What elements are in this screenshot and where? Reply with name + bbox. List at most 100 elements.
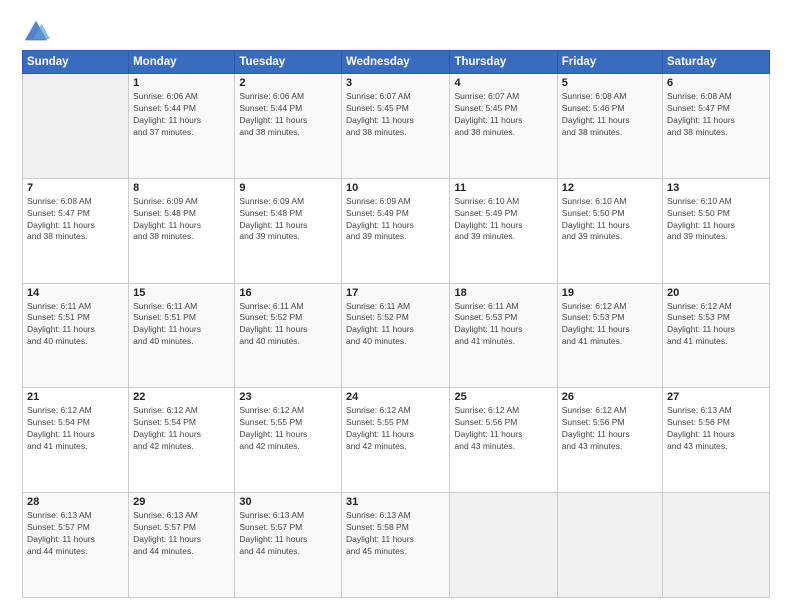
day-cell: 10 Sunrise: 6:09 AM Sunset: 5:49 PM Dayli…	[341, 178, 450, 283]
day-cell: 7Sunrise: 6:08 AM Sunset: 5:47 PM Daylig…	[23, 178, 129, 283]
week-row-1: 7Sunrise: 6:08 AM Sunset: 5:47 PM Daylig…	[23, 178, 770, 283]
day-info: Sunrise: 6:12 AM Sunset: 5:54 PM Dayligh…	[27, 405, 124, 453]
day-cell: 17 Sunrise: 6:11 AM Sunset: 5:52 PM Dayli…	[341, 283, 450, 388]
day-info: Sunrise: 6:08 AM Sunset: 5:46 PM Dayligh…	[562, 91, 658, 139]
day-info: Sunrise: 6:12 AM Sunset: 5:56 PM Dayligh…	[562, 405, 658, 453]
weekday-wednesday: Wednesday	[341, 51, 450, 74]
day-info: Sunrise: 6:12 AM Sunset: 5:55 PM Dayligh…	[239, 405, 337, 453]
day-number: 6	[667, 77, 765, 89]
day-cell: 28 Sunrise: 6:13 AM Sunset: 5:57 PM Dayli…	[23, 493, 129, 598]
day-cell: 1 Sunrise: 6:06 AM Sunset: 5:44 PM Daylig…	[129, 74, 235, 179]
day-info: Sunrise: 6:12 AM Sunset: 5:53 PM Dayligh…	[562, 301, 658, 349]
weekday-monday: Monday	[129, 51, 235, 74]
day-info: Sunrise: 6:11 AM Sunset: 5:52 PM Dayligh…	[239, 301, 337, 349]
weekday-header-row: SundayMondayTuesdayWednesdayThursdayFrid…	[23, 51, 770, 74]
day-cell: 9Sunrise: 6:09 AM Sunset: 5:48 PM Daylig…	[235, 178, 342, 283]
day-number: 25	[454, 391, 552, 403]
day-number: 11	[454, 182, 552, 194]
day-cell: 14 Sunrise: 6:11 AM Sunset: 5:51 PM Dayli…	[23, 283, 129, 388]
day-info: Sunrise: 6:13 AM Sunset: 5:57 PM Dayligh…	[133, 510, 230, 558]
day-info: Sunrise: 6:13 AM Sunset: 5:57 PM Dayligh…	[239, 510, 337, 558]
day-number: 27	[667, 391, 765, 403]
day-number: 1	[133, 77, 230, 89]
day-info: Sunrise: 6:09 AM Sunset: 5:48 PM Dayligh…	[133, 196, 230, 244]
day-number: 2	[239, 77, 337, 89]
week-row-0: 1 Sunrise: 6:06 AM Sunset: 5:44 PM Daylig…	[23, 74, 770, 179]
day-cell: 8 Sunrise: 6:09 AM Sunset: 5:48 PM Daylig…	[129, 178, 235, 283]
day-info: Sunrise: 6:11 AM Sunset: 5:52 PM Dayligh…	[346, 301, 446, 349]
day-number: 8	[133, 182, 230, 194]
weekday-friday: Friday	[557, 51, 662, 74]
day-number: 3	[346, 77, 446, 89]
day-cell: 29 Sunrise: 6:13 AM Sunset: 5:57 PM Dayli…	[129, 493, 235, 598]
day-cell: 11 Sunrise: 6:10 AM Sunset: 5:49 PM Dayli…	[450, 178, 557, 283]
day-number: 19	[562, 287, 658, 299]
day-cell: 22Sunrise: 6:12 AM Sunset: 5:54 PM Dayli…	[129, 388, 235, 493]
day-number: 16	[239, 287, 337, 299]
day-info: Sunrise: 6:10 AM Sunset: 5:50 PM Dayligh…	[562, 196, 658, 244]
day-number: 14	[27, 287, 124, 299]
day-cell: 25 Sunrise: 6:12 AM Sunset: 5:56 PM Dayli…	[450, 388, 557, 493]
day-info: Sunrise: 6:06 AM Sunset: 5:44 PM Dayligh…	[133, 91, 230, 139]
weekday-tuesday: Tuesday	[235, 51, 342, 74]
day-info: Sunrise: 6:11 AM Sunset: 5:51 PM Dayligh…	[27, 301, 124, 349]
day-cell: 31 Sunrise: 6:13 AM Sunset: 5:58 PM Dayli…	[341, 493, 450, 598]
day-info: Sunrise: 6:13 AM Sunset: 5:58 PM Dayligh…	[346, 510, 446, 558]
day-number: 29	[133, 496, 230, 508]
day-info: Sunrise: 6:09 AM Sunset: 5:49 PM Dayligh…	[346, 196, 446, 244]
day-info: Sunrise: 6:12 AM Sunset: 5:55 PM Dayligh…	[346, 405, 446, 453]
day-cell	[557, 493, 662, 598]
weekday-saturday: Saturday	[663, 51, 770, 74]
day-cell: 23 Sunrise: 6:12 AM Sunset: 5:55 PM Dayli…	[235, 388, 342, 493]
day-info: Sunrise: 6:13 AM Sunset: 5:57 PM Dayligh…	[27, 510, 124, 558]
day-info: Sunrise: 6:11 AM Sunset: 5:53 PM Dayligh…	[454, 301, 552, 349]
day-info: Sunrise: 6:12 AM Sunset: 5:56 PM Dayligh…	[454, 405, 552, 453]
day-cell: 24Sunrise: 6:12 AM Sunset: 5:55 PM Dayli…	[341, 388, 450, 493]
day-cell: 13 Sunrise: 6:10 AM Sunset: 5:50 PM Dayli…	[663, 178, 770, 283]
day-number: 28	[27, 496, 124, 508]
day-number: 7	[27, 182, 124, 194]
day-info: Sunrise: 6:08 AM Sunset: 5:47 PM Dayligh…	[667, 91, 765, 139]
day-info: Sunrise: 6:10 AM Sunset: 5:49 PM Dayligh…	[454, 196, 552, 244]
day-number: 31	[346, 496, 446, 508]
logo-icon	[22, 18, 50, 46]
day-cell: 3 Sunrise: 6:07 AM Sunset: 5:45 PM Daylig…	[341, 74, 450, 179]
day-info: Sunrise: 6:12 AM Sunset: 5:53 PM Dayligh…	[667, 301, 765, 349]
weekday-thursday: Thursday	[450, 51, 557, 74]
day-cell: 20 Sunrise: 6:12 AM Sunset: 5:53 PM Dayli…	[663, 283, 770, 388]
day-number: 5	[562, 77, 658, 89]
day-number: 23	[239, 391, 337, 403]
day-cell: 4Sunrise: 6:07 AM Sunset: 5:45 PM Daylig…	[450, 74, 557, 179]
day-info: Sunrise: 6:12 AM Sunset: 5:54 PM Dayligh…	[133, 405, 230, 453]
day-number: 15	[133, 287, 230, 299]
day-number: 9	[239, 182, 337, 194]
calendar-header: SundayMondayTuesdayWednesdayThursdayFrid…	[23, 51, 770, 74]
day-info: Sunrise: 6:07 AM Sunset: 5:45 PM Dayligh…	[346, 91, 446, 139]
day-number: 10	[346, 182, 446, 194]
day-cell: 27 Sunrise: 6:13 AM Sunset: 5:56 PM Dayli…	[663, 388, 770, 493]
day-cell: 15 Sunrise: 6:11 AM Sunset: 5:51 PM Dayli…	[129, 283, 235, 388]
week-row-2: 14 Sunrise: 6:11 AM Sunset: 5:51 PM Dayli…	[23, 283, 770, 388]
weekday-sunday: Sunday	[23, 51, 129, 74]
day-cell: 19 Sunrise: 6:12 AM Sunset: 5:53 PM Dayli…	[557, 283, 662, 388]
day-info: Sunrise: 6:06 AM Sunset: 5:44 PM Dayligh…	[239, 91, 337, 139]
day-number: 4	[454, 77, 552, 89]
day-number: 13	[667, 182, 765, 194]
day-cell: 12Sunrise: 6:10 AM Sunset: 5:50 PM Dayli…	[557, 178, 662, 283]
day-info: Sunrise: 6:10 AM Sunset: 5:50 PM Dayligh…	[667, 196, 765, 244]
calendar: SundayMondayTuesdayWednesdayThursdayFrid…	[22, 50, 770, 598]
day-cell	[23, 74, 129, 179]
day-cell	[663, 493, 770, 598]
day-number: 21	[27, 391, 124, 403]
day-cell: 16 Sunrise: 6:11 AM Sunset: 5:52 PM Dayli…	[235, 283, 342, 388]
day-number: 30	[239, 496, 337, 508]
logo	[22, 18, 54, 46]
calendar-body: 1 Sunrise: 6:06 AM Sunset: 5:44 PM Daylig…	[23, 74, 770, 598]
day-number: 20	[667, 287, 765, 299]
day-cell: 26Sunrise: 6:12 AM Sunset: 5:56 PM Dayli…	[557, 388, 662, 493]
day-number: 17	[346, 287, 446, 299]
day-cell: 30 Sunrise: 6:13 AM Sunset: 5:57 PM Dayli…	[235, 493, 342, 598]
day-info: Sunrise: 6:11 AM Sunset: 5:51 PM Dayligh…	[133, 301, 230, 349]
day-info: Sunrise: 6:13 AM Sunset: 5:56 PM Dayligh…	[667, 405, 765, 453]
header	[22, 18, 770, 46]
